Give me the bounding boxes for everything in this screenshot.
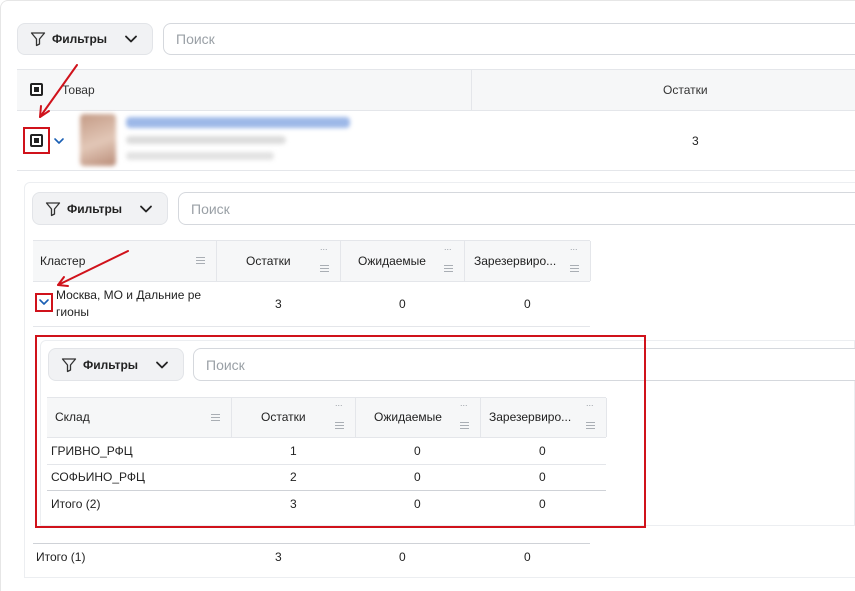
filter-funnel-icon: [45, 201, 61, 216]
filters-label: Фильтры: [52, 32, 108, 46]
filter-funnel-icon: [30, 32, 46, 47]
product-thumbnail: [80, 114, 116, 166]
row-divider: [17, 170, 855, 171]
cluster-total-expected: 0: [399, 550, 406, 564]
expand-row-chevron-icon[interactable]: [53, 136, 65, 146]
chevron-down-icon: [140, 205, 152, 212]
highlight-box-row-checkbox: [23, 127, 50, 154]
column-divider: [464, 241, 465, 281]
column-menu-icon[interactable]: [196, 257, 205, 264]
column-divider: [340, 241, 341, 281]
filters-button[interactable]: Фильтры: [17, 23, 153, 55]
product-meta-blurred: [126, 152, 274, 160]
cluster-stock-value: 3: [275, 297, 282, 311]
column-header-reserved[interactable]: Зарезервиро...: [474, 253, 556, 269]
page: Фильтры Товар Остатки 3 Фильтры Кластер …: [0, 0, 855, 591]
expand-cluster-chevron-icon[interactable]: [38, 297, 50, 307]
cluster-name-line-2: гионы: [56, 305, 90, 319]
product-title-blurred[interactable]: [126, 117, 350, 128]
cluster-search-field[interactable]: [178, 192, 855, 225]
cluster-reserved-value: 0: [524, 297, 531, 311]
cluster-total-reserved: 0: [524, 550, 531, 564]
column-header-stock[interactable]: Остатки: [663, 82, 708, 98]
column-divider: [216, 241, 217, 281]
row-divider: [33, 543, 590, 544]
column-divider: [590, 241, 591, 281]
product-meta-blurred: [126, 136, 286, 144]
highlight-box-warehouse-panel: [35, 335, 646, 528]
products-header-row: [17, 69, 855, 111]
select-all-checkbox[interactable]: [30, 83, 43, 96]
row-divider: [33, 326, 590, 327]
column-header-product[interactable]: Товар: [62, 82, 95, 98]
column-options-icon[interactable]: ...: [570, 242, 578, 252]
column-menu-icon[interactable]: [444, 265, 453, 272]
filters-label: Фильтры: [67, 201, 123, 216]
column-menu-icon[interactable]: [570, 265, 579, 272]
cluster-search-input[interactable]: [191, 200, 855, 217]
column-options-icon[interactable]: ...: [320, 242, 328, 252]
column-menu-icon[interactable]: [320, 265, 329, 272]
search-input[interactable]: [176, 31, 855, 47]
cluster-total-label: Итого (1): [36, 550, 86, 564]
column-header-expected[interactable]: Ожидаемые: [358, 253, 426, 269]
product-stock-value: 3: [692, 134, 699, 148]
column-header-stock[interactable]: Остатки: [246, 253, 291, 269]
search-field[interactable]: [163, 23, 855, 55]
cluster-total-stock: 3: [275, 550, 282, 564]
column-divider: [471, 70, 472, 110]
column-header-cluster[interactable]: Кластер: [40, 253, 85, 269]
cluster-name-line-1: Москва, МО и Дальние ре: [56, 288, 202, 302]
chevron-down-icon: [125, 35, 137, 43]
column-options-icon[interactable]: ...: [444, 242, 452, 252]
cluster-expected-value: 0: [399, 297, 406, 311]
cluster-filters-button[interactable]: Фильтры: [32, 192, 168, 225]
